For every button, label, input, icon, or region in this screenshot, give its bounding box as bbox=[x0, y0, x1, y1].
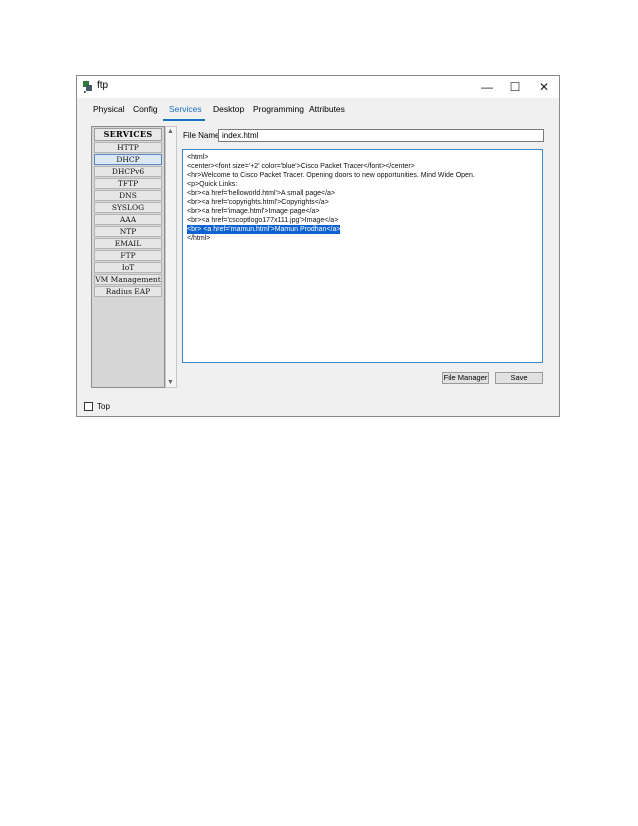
service-vm-management[interactable]: VM Management bbox=[94, 274, 162, 285]
maximize-button[interactable]: ☐ bbox=[501, 78, 529, 96]
code-line-selected: <br> <a href='mamun.html'>Mamun Prodhan<… bbox=[187, 225, 341, 234]
code-line: <br><a href='image.html'>Image page</a> bbox=[187, 208, 320, 215]
tab-physical[interactable]: Physical bbox=[93, 104, 125, 114]
services-scrollbar[interactable]: ▲ ▼ bbox=[165, 126, 177, 388]
file-name-input[interactable] bbox=[218, 129, 544, 142]
service-dns[interactable]: DNS bbox=[94, 190, 162, 201]
service-radius-eap[interactable]: Radius EAP bbox=[94, 286, 162, 297]
server-app-icon bbox=[83, 81, 92, 93]
code-line: <html> bbox=[187, 154, 209, 161]
file-name-label: File Name: bbox=[183, 131, 222, 140]
tab-desktop[interactable]: Desktop bbox=[213, 104, 244, 114]
ftp-window: ftp — ☐ ✕ Physical Config Services Deskt… bbox=[76, 75, 560, 417]
service-dhcpv6[interactable]: DHCPv6 bbox=[94, 166, 162, 177]
tab-config[interactable]: Config bbox=[133, 104, 158, 114]
minimize-button[interactable]: — bbox=[473, 78, 501, 96]
top-label: Top bbox=[97, 402, 110, 411]
file-manager-button[interactable]: File Manager bbox=[442, 372, 489, 384]
services-header: SERVICES bbox=[94, 128, 162, 141]
top-checkbox[interactable] bbox=[84, 402, 93, 411]
service-ntp[interactable]: NTP bbox=[94, 226, 162, 237]
tab-services[interactable]: Services bbox=[169, 104, 202, 114]
service-email[interactable]: EMAIL bbox=[94, 238, 162, 249]
tab-programming[interactable]: Programming bbox=[253, 104, 304, 114]
services-list: SERVICES HTTP DHCP DHCPv6 TFTP DNS SYSLO… bbox=[91, 126, 165, 388]
active-tab-indicator bbox=[163, 119, 205, 121]
code-line: </html> bbox=[187, 235, 211, 242]
tab-bar: Physical Config Services Desktop Program… bbox=[77, 104, 559, 120]
code-line: <br><a href='helloworld.html'>A small pa… bbox=[187, 190, 336, 197]
service-iot[interactable]: IoT bbox=[94, 262, 162, 273]
service-syslog[interactable]: SYSLOG bbox=[94, 202, 162, 213]
scroll-down-icon[interactable]: ▼ bbox=[167, 379, 174, 386]
code-line: <br><a href='copyrights.html'>Copyrights… bbox=[187, 199, 329, 206]
window-title: ftp bbox=[97, 80, 109, 91]
code-line: <center><font size='+2' color='blue'>Cis… bbox=[187, 163, 415, 170]
title-bar[interactable]: ftp — ☐ ✕ bbox=[77, 76, 559, 98]
service-tftp[interactable]: TFTP bbox=[94, 178, 162, 189]
code-line: <p>Quick Links: bbox=[187, 181, 238, 188]
save-button[interactable]: Save bbox=[495, 372, 543, 384]
code-line: <br><a href='cscoptlogo177x111.jpg'>Imag… bbox=[187, 217, 339, 224]
tab-attributes[interactable]: Attributes bbox=[309, 104, 345, 114]
service-aaa[interactable]: AAA bbox=[94, 214, 162, 225]
code-line: <hr>Welcome to Cisco Packet Tracer. Open… bbox=[187, 172, 475, 179]
service-ftp[interactable]: FTP bbox=[94, 250, 162, 261]
service-dhcp[interactable]: DHCP bbox=[94, 154, 162, 165]
scroll-up-icon[interactable]: ▲ bbox=[167, 128, 174, 135]
html-editor[interactable]: <html> <center><font size='+2' color='bl… bbox=[182, 149, 543, 363]
service-http[interactable]: HTTP bbox=[94, 142, 162, 153]
close-button[interactable]: ✕ bbox=[530, 78, 558, 96]
